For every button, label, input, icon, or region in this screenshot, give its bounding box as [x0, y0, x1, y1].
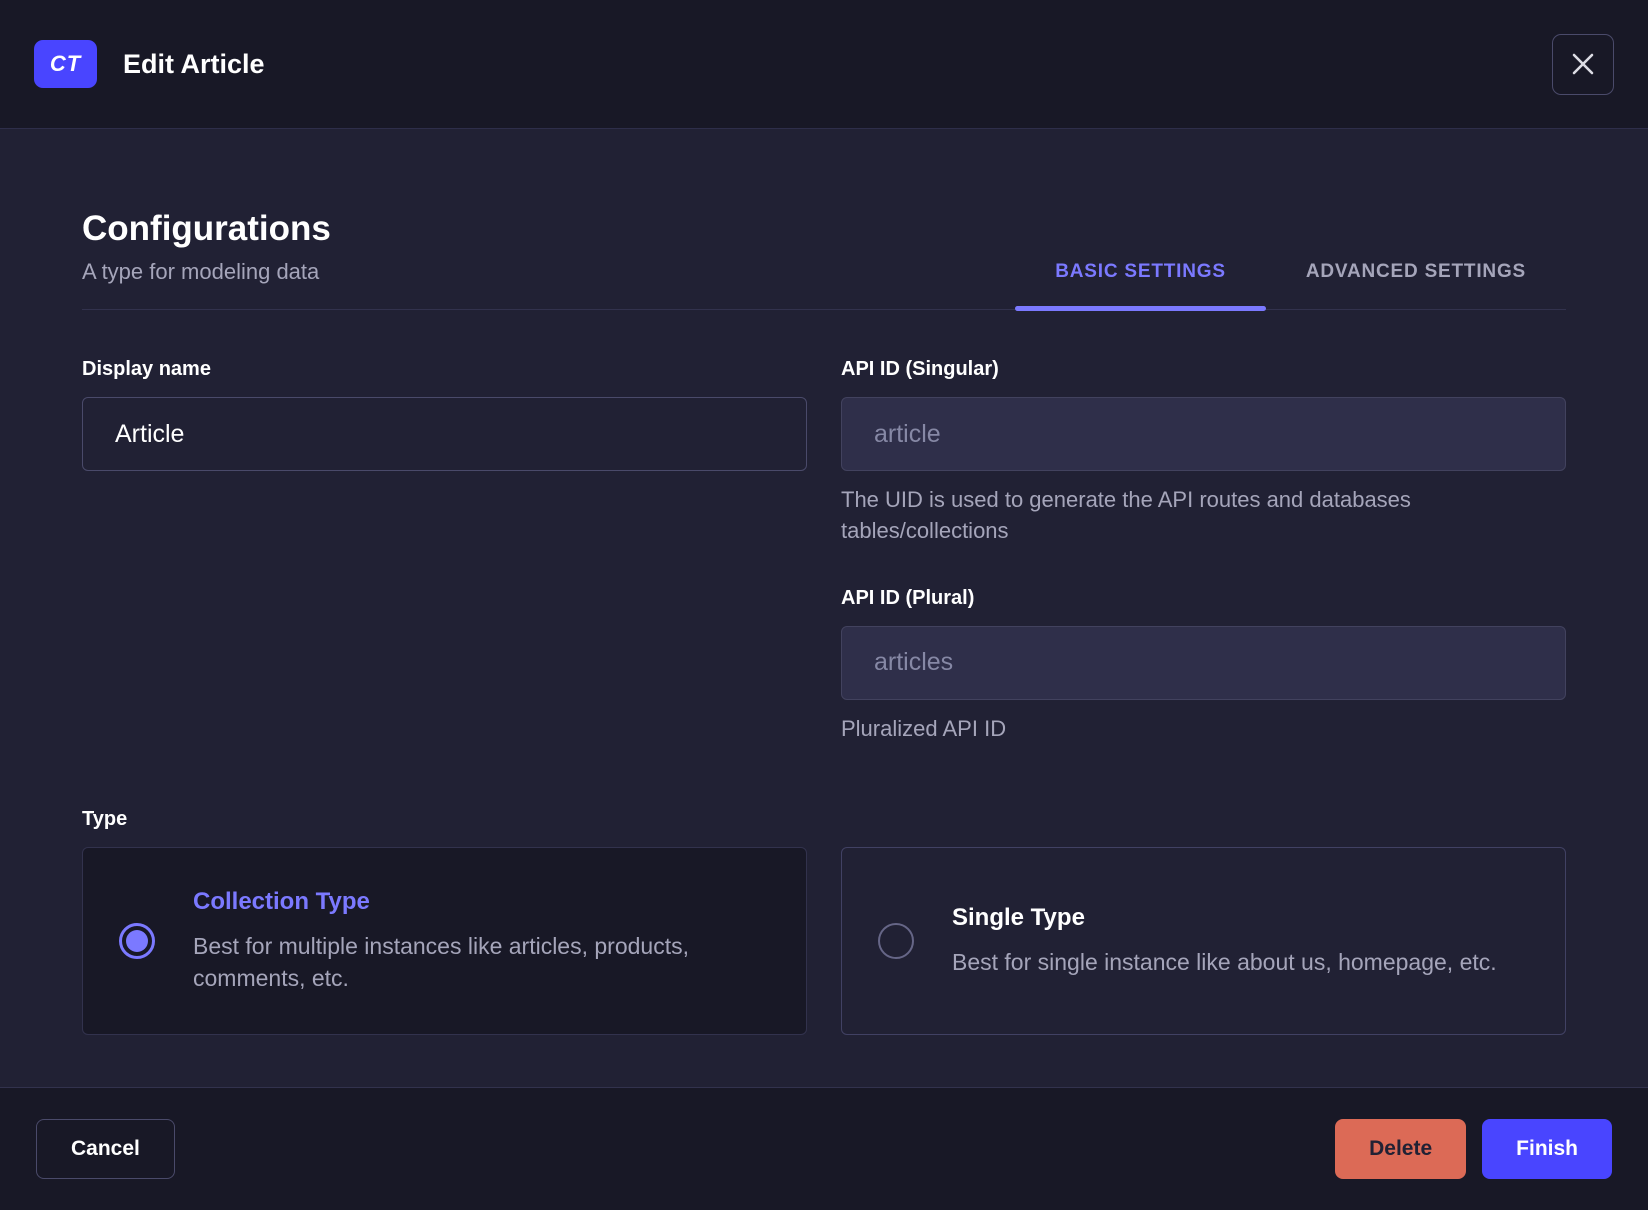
form-grid: Display name API ID (Singular) The UID i… [82, 358, 1566, 744]
api-id-singular-input[interactable] [841, 397, 1566, 471]
page-title: Configurations [82, 209, 331, 248]
type-options: Collection Type Best for multiple instan… [82, 847, 1566, 1036]
collection-type-option[interactable]: Collection Type Best for multiple instan… [82, 847, 807, 1036]
single-type-description: Best for single instance like about us, … [952, 949, 1497, 976]
collection-type-description: Best for multiple instances like article… [193, 933, 689, 992]
close-icon [1572, 53, 1594, 75]
single-type-option[interactable]: Single Type Best for single instance lik… [841, 847, 1566, 1036]
display-name-input[interactable] [82, 397, 807, 471]
modal-footer: Cancel Delete Finish [0, 1087, 1648, 1210]
tab-advanced-settings[interactable]: ADVANCED SETTINGS [1266, 261, 1566, 309]
delete-button[interactable]: Delete [1335, 1119, 1467, 1179]
api-id-singular-field: API ID (Singular) The UID is used to gen… [841, 358, 1566, 547]
collection-type-radio[interactable] [119, 923, 155, 960]
cancel-button[interactable]: Cancel [36, 1119, 175, 1179]
type-label: Type [82, 808, 128, 831]
page-subtitle: A type for modeling data [82, 259, 320, 284]
content-type-badge: CT [34, 40, 97, 88]
collection-type-title: Collection Type [193, 888, 370, 916]
footer-actions: Delete Finish [1335, 1119, 1612, 1179]
api-id-plural-label: API ID (Plural) [841, 586, 975, 609]
api-id-plural-hint: Pluralized API ID [841, 715, 1007, 741]
modal-title: Edit Article [123, 48, 265, 79]
finish-button[interactable]: Finish [1482, 1119, 1612, 1179]
form-column-right: API ID (Singular) The UID is used to gen… [841, 358, 1566, 744]
collection-type-text: Collection Type Best for multiple instan… [193, 888, 753, 994]
close-button[interactable] [1552, 33, 1614, 95]
modal-header: CT Edit Article [0, 0, 1648, 129]
single-type-text: Single Type Best for single instance lik… [952, 904, 1497, 978]
api-id-singular-hint: The UID is used to generate the API rout… [841, 487, 1411, 543]
tab-basic-settings[interactable]: BASIC SETTINGS [1015, 261, 1266, 311]
display-name-label: Display name [82, 358, 211, 380]
api-id-plural-input[interactable] [841, 625, 1566, 700]
settings-tabs: BASIC SETTINGS ADVANCED SETTINGS [1015, 261, 1566, 311]
section-headings: Configurations A type for modeling data [82, 209, 331, 309]
modal-body: Configurations A type for modeling data … [0, 129, 1648, 1087]
display-name-field: Display name [82, 358, 807, 471]
single-type-radio[interactable] [878, 923, 914, 960]
edit-article-modal: CT Edit Article Configurations A type fo… [0, 0, 1648, 1210]
section-head: Configurations A type for modeling data … [82, 209, 1566, 311]
api-id-plural-field: API ID (Plural) Pluralized API ID [841, 587, 1566, 745]
api-id-singular-label: API ID (Singular) [841, 358, 999, 380]
form-column-left: Display name [82, 358, 807, 744]
single-type-title: Single Type [952, 904, 1085, 932]
